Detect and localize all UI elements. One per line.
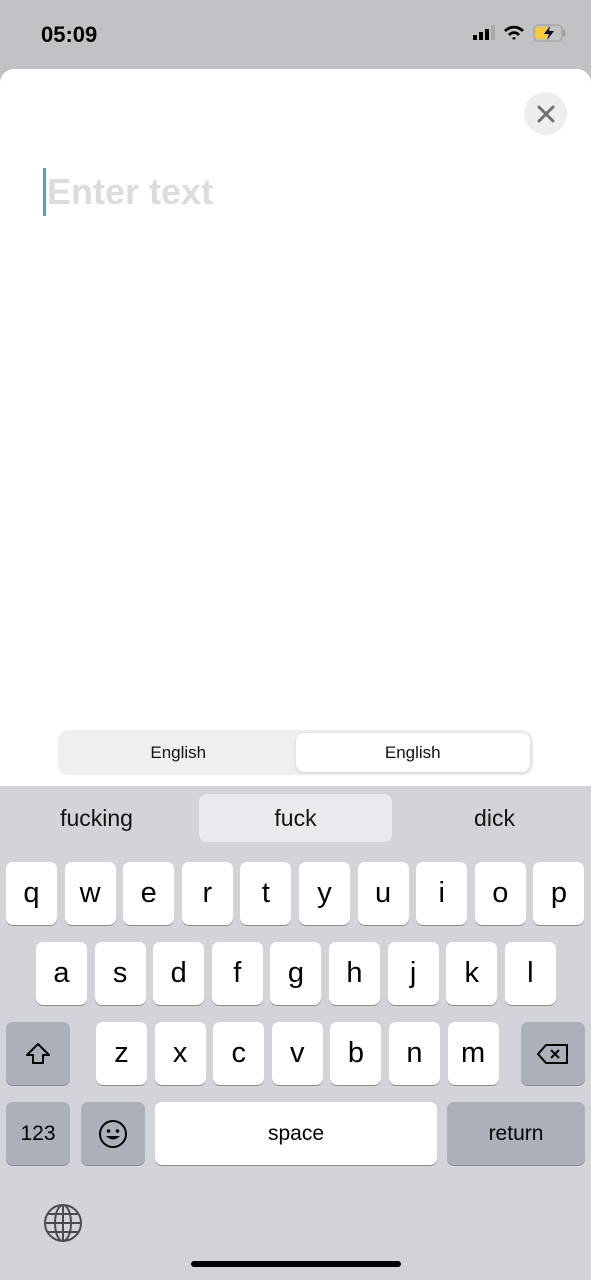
- key-k[interactable]: k: [446, 942, 498, 1005]
- key-e[interactable]: e: [123, 862, 175, 925]
- key-b[interactable]: b: [330, 1022, 382, 1085]
- key-p[interactable]: p: [533, 862, 585, 925]
- key-m[interactable]: m: [447, 1022, 499, 1085]
- emoji-icon: [99, 1119, 127, 1148]
- home-indicator: [191, 1261, 401, 1267]
- key-s[interactable]: s: [94, 942, 146, 1005]
- key-q[interactable]: q: [6, 862, 57, 925]
- battery-charging-icon: [533, 24, 565, 42]
- key-d[interactable]: d: [153, 942, 205, 1005]
- key-c[interactable]: c: [213, 1022, 265, 1085]
- key-i[interactable]: i: [416, 862, 468, 925]
- translate-sheet: Enter text English English: [0, 69, 591, 786]
- key-y[interactable]: y: [299, 862, 350, 925]
- status-time: 05:09: [41, 22, 98, 47]
- numbers-key[interactable]: 123: [6, 1102, 70, 1165]
- predictive-bar: fucking fuck dick: [0, 786, 591, 850]
- suggestion[interactable]: dick: [398, 794, 591, 842]
- key-u[interactable]: u: [357, 862, 409, 925]
- key-o[interactable]: o: [474, 862, 526, 925]
- key-row-4: 123 space return: [0, 1102, 591, 1165]
- space-key[interactable]: space: [155, 1102, 437, 1165]
- emoji-key[interactable]: [81, 1102, 145, 1165]
- key-t[interactable]: t: [240, 862, 292, 925]
- keyboard: fucking fuck dick qwertyuiop asdfghjkl z…: [0, 786, 591, 1280]
- key-n[interactable]: n: [389, 1022, 440, 1085]
- text-input[interactable]: Enter text: [47, 171, 213, 213]
- key-g[interactable]: g: [270, 942, 322, 1005]
- text-cursor: [43, 168, 46, 216]
- wifi-icon: [504, 25, 524, 40]
- return-key[interactable]: return: [447, 1102, 585, 1165]
- key-row-3: zxcvbnm: [0, 1022, 591, 1085]
- cellular-signal-icon: [473, 25, 495, 40]
- source-language-button[interactable]: English: [61, 733, 296, 772]
- globe-icon[interactable]: [43, 1203, 83, 1243]
- target-language-button[interactable]: English: [295, 733, 530, 772]
- key-row-2: asdfghjkl: [0, 942, 591, 1005]
- key-j[interactable]: j: [387, 942, 439, 1005]
- backspace-key[interactable]: [521, 1022, 585, 1085]
- key-f[interactable]: f: [211, 942, 263, 1005]
- suggestion[interactable]: fucking: [0, 794, 193, 842]
- status-icons: [473, 24, 567, 42]
- language-selector: English English: [58, 730, 533, 775]
- close-button[interactable]: [524, 92, 567, 135]
- key-row-1: qwertyuiop: [0, 862, 591, 925]
- shift-key[interactable]: [6, 1022, 70, 1085]
- key-a[interactable]: a: [36, 942, 87, 1005]
- key-l[interactable]: l: [504, 942, 556, 1005]
- key-x[interactable]: x: [154, 1022, 206, 1085]
- shift-icon: [26, 1042, 50, 1064]
- key-z[interactable]: z: [96, 1022, 147, 1085]
- key-w[interactable]: w: [64, 862, 116, 925]
- backspace-icon: [537, 1043, 568, 1064]
- close-icon: [537, 105, 554, 122]
- key-v[interactable]: v: [271, 1022, 323, 1085]
- key-h[interactable]: h: [329, 942, 380, 1005]
- key-r[interactable]: r: [181, 862, 233, 925]
- suggestion[interactable]: fuck: [199, 794, 392, 842]
